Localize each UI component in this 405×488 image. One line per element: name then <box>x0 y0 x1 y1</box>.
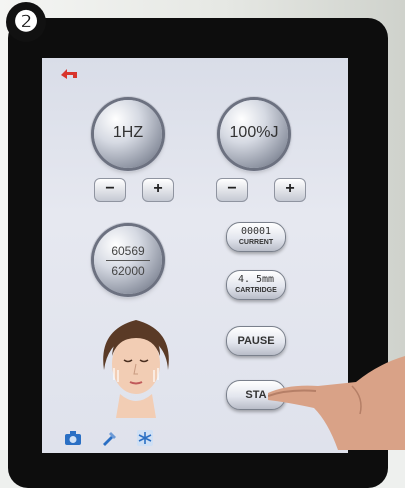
step-number-badge: ❷ <box>6 2 46 42</box>
back-arrow-icon[interactable] <box>58 66 80 82</box>
energy-increase-button[interactable]: + <box>274 178 306 202</box>
cartridge-value: 4. 5mm <box>237 274 275 285</box>
energy-value: 100%J <box>229 124 279 141</box>
current-counter-value: 00001 <box>240 226 272 237</box>
cartridge-button[interactable]: 4. 5mm CARTRIDGE <box>226 270 286 300</box>
pointing-hand <box>268 356 405 450</box>
current-counter-button[interactable]: 00001 CURRENT <box>226 222 286 252</box>
cartridge-label: CARTRIDGE <box>235 287 277 294</box>
shots-total: 62000 <box>111 264 145 278</box>
frequency-knob[interactable]: 1HZ <box>94 100 162 168</box>
energy-knob[interactable]: 100%J <box>220 100 288 168</box>
frequency-increase-button[interactable]: + <box>142 178 174 202</box>
tool-icon[interactable] <box>100 430 118 446</box>
frequency-value: 1HZ <box>112 124 144 141</box>
camera-icon[interactable] <box>64 430 82 446</box>
shot-counter-knob: 60569 62000 <box>94 226 162 294</box>
snowflake-icon[interactable] <box>136 430 154 446</box>
treatment-area-face-image[interactable] <box>90 310 182 418</box>
current-counter-label: CURRENT <box>238 239 274 246</box>
counter-divider <box>106 260 150 261</box>
shots-remaining: 60569 <box>111 244 145 258</box>
frequency-decrease-button[interactable]: − <box>94 178 126 202</box>
energy-decrease-button[interactable]: − <box>216 178 248 202</box>
